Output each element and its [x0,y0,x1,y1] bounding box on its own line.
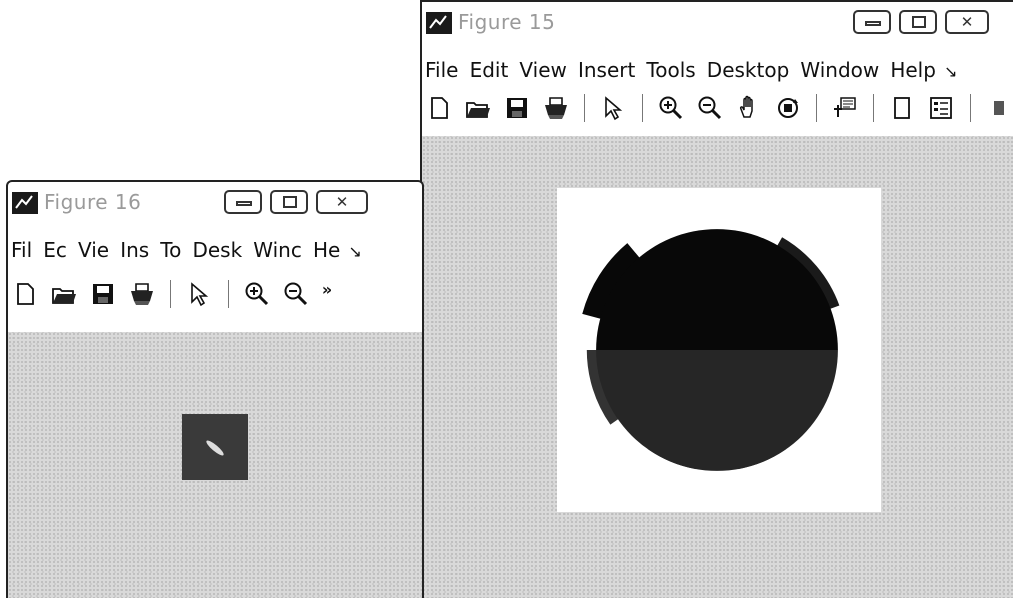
menu-view[interactable]: View [516,50,569,90]
menu-file[interactable]: File [422,50,461,90]
toolbar-separator [170,280,172,308]
menu-tools[interactable]: To [157,230,184,270]
menu-insert[interactable]: Ins [117,230,152,270]
select-arrow-icon[interactable] [600,95,626,121]
menu-help[interactable]: Help [887,50,939,90]
title-bar[interactable]: Figure 16 ✕ [8,182,422,222]
rotate-3d-icon[interactable] [775,95,801,121]
close-icon: ✕ [960,13,974,31]
toolbar-separator [641,94,643,122]
open-folder-icon[interactable] [465,95,491,121]
toolbar-separator [969,94,971,122]
toolbar-overflow-icon[interactable]: » [322,280,332,299]
figure-16-window: Figure 16 ✕ Fil Ec Vie Ins To Desk Winc … [6,180,424,598]
close-icon: ✕ [335,193,349,211]
matlab-icon [426,12,452,34]
menu-window[interactable]: Winc [250,230,305,270]
figure-canvas [422,136,1013,598]
menu-edit[interactable]: Edit [467,50,512,90]
print-icon[interactable] [129,281,155,307]
figure-canvas [8,332,422,598]
axes-area[interactable] [557,188,881,512]
toolbar-separator [873,94,875,122]
close-button[interactable]: ✕ [316,190,368,214]
minimize-button[interactable] [853,10,891,34]
menu-window[interactable]: Window [797,50,882,90]
select-arrow-icon[interactable] [186,281,212,307]
figure-15-window: Figure 15 ✕ File Edit View Insert Tools … [420,0,1013,598]
toggle-panel-icon[interactable] [889,95,915,121]
close-button[interactable]: ✕ [945,10,989,34]
zoom-out-icon[interactable] [283,281,309,307]
window-title: Figure 15 [458,10,556,34]
menu-view[interactable]: Vie [75,230,112,270]
minimize-button[interactable] [224,190,262,214]
zoom-in-icon[interactable] [244,281,270,307]
maximize-button[interactable] [899,10,937,34]
save-icon[interactable] [90,281,116,307]
axes-area[interactable] [182,414,248,480]
menu-file[interactable]: Fil [8,230,35,270]
open-folder-icon[interactable] [51,281,77,307]
save-icon[interactable] [504,95,530,121]
new-file-icon[interactable] [12,281,38,307]
zoom-out-icon[interactable] [697,95,723,121]
matlab-icon [12,192,38,214]
chevron-overflow-icon[interactable]: ↘ [944,62,957,81]
toolbar-separator [584,94,586,122]
menu-edit[interactable]: Ec [40,230,70,270]
data-cursor-icon[interactable] [832,95,858,121]
title-bar[interactable]: Figure 15 ✕ [422,2,1013,42]
window-title: Figure 16 [44,190,142,214]
menu-help[interactable]: He [310,230,343,270]
menu-bar: File Edit View Insert Tools Desktop Wind… [422,50,1013,90]
maximize-button[interactable] [270,190,308,214]
toolbar: » [8,280,422,320]
menu-desktop[interactable]: Desk [189,230,245,270]
chevron-overflow-icon[interactable]: ↘ [348,242,361,261]
menu-insert[interactable]: Insert [575,50,638,90]
menu-tools[interactable]: Tools [643,50,698,90]
toolbar-separator [816,94,818,122]
menu-bar: Fil Ec Vie Ins To Desk Winc He ↘ [8,230,422,270]
colorbar-icon[interactable] [986,95,1012,121]
pan-hand-icon[interactable] [736,95,762,121]
toolbar: » [422,94,1013,134]
zoom-in-icon[interactable] [658,95,684,121]
legend-icon[interactable] [928,95,954,121]
print-icon[interactable] [543,95,569,121]
new-file-icon[interactable] [426,95,452,121]
toolbar-separator [227,280,229,308]
menu-desktop[interactable]: Desktop [704,50,792,90]
